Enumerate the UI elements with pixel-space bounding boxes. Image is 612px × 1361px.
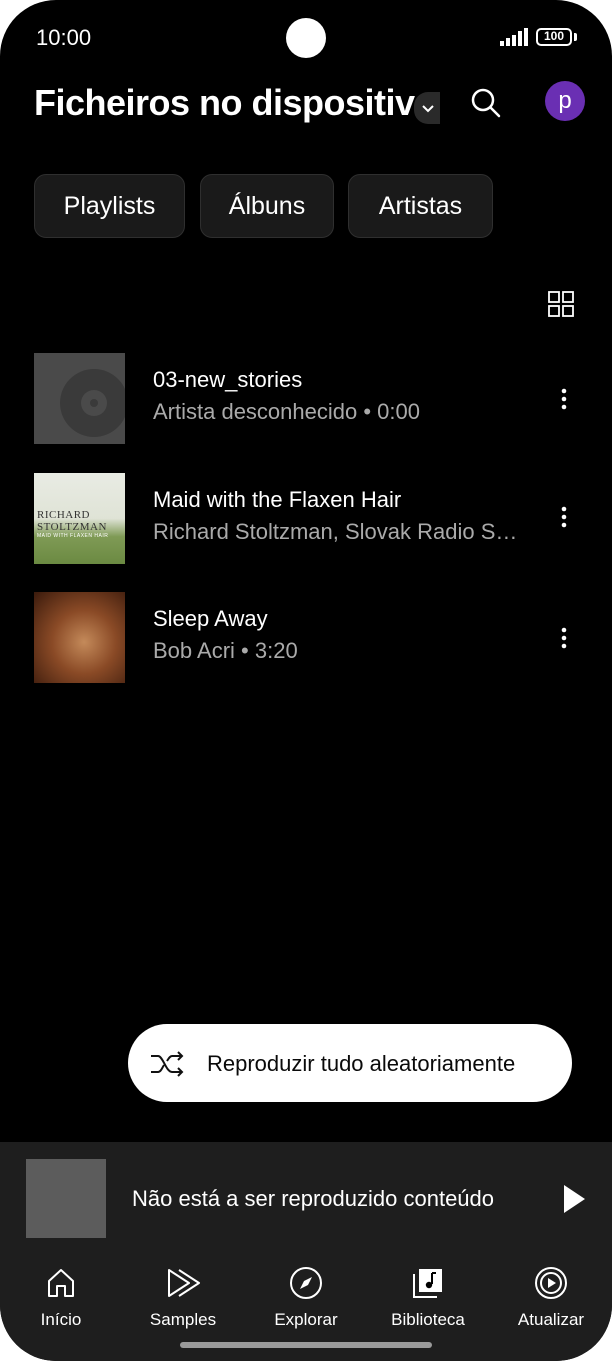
track-subtitle: Richard Stoltzman, Slovak Radio Symphony… <box>153 519 523 544</box>
track-artwork: RICHARD STOLTZMAN MAID WITH FLAXEN HAIR <box>34 473 125 564</box>
signal-icon <box>500 28 528 46</box>
track-artwork <box>34 353 125 444</box>
search-button[interactable] <box>466 84 506 124</box>
artwork-subtitle: MAID WITH FLAXEN HAIR <box>37 533 109 539</box>
nav-label: Início <box>40 1310 82 1329</box>
more-options-icon[interactable] <box>552 501 576 537</box>
nav-item-samples[interactable]: Samples <box>123 1266 243 1329</box>
nav-item-explorar[interactable]: Explorar <box>246 1266 366 1329</box>
chip-albuns[interactable]: Álbuns <box>200 174 334 238</box>
battery-level: 100 <box>543 29 565 43</box>
status-time: 10:00 <box>36 25 92 50</box>
more-options-icon[interactable] <box>552 620 576 656</box>
track-artwork <box>34 592 125 683</box>
nav-item-biblioteca[interactable]: Biblioteca <box>368 1266 488 1329</box>
play-icon[interactable] <box>560 1182 588 1216</box>
track-row[interactable]: RICHARD STOLTZMAN MAID WITH FLAXEN HAIR … <box>0 473 612 565</box>
upgrade-icon <box>535 1267 567 1299</box>
shuffle-all-label: Reproduzir tudo aleatoriamente <box>207 1051 516 1076</box>
status-bar: 10:00 100 <box>0 0 612 76</box>
library-icon <box>413 1269 442 1298</box>
avatar[interactable]: p <box>545 81 585 121</box>
more-options-icon[interactable] <box>552 381 576 417</box>
track-row[interactable]: Sleep Away Bob Acri • 3:20 <box>0 592 612 684</box>
track-row[interactable]: 03-new_stories Artista desconhecido • 0:… <box>0 353 612 445</box>
search-icon <box>471 88 501 118</box>
page-title[interactable]: Ficheiros no dispositivo <box>34 82 437 124</box>
nav-label: Atualizar <box>517 1310 585 1329</box>
chip-artistas[interactable]: Artistas <box>348 174 493 238</box>
phone-screen: 10:00 100 Ficheiros no dispositivo p Pla… <box>0 0 612 1361</box>
camera-cutout <box>286 18 326 58</box>
track-title: Maid with the Flaxen Hair <box>153 487 402 512</box>
mini-player-artwork <box>26 1159 106 1238</box>
track-title: 03-new_stories <box>153 367 303 392</box>
home-indicator[interactable] <box>180 1342 432 1348</box>
nav-label: Biblioteca <box>391 1310 465 1329</box>
home-icon <box>48 1269 74 1297</box>
nav-item-inicio[interactable]: Início <box>1 1266 121 1329</box>
mini-player-status: Não está a ser reproduzido conteúdo <box>132 1186 495 1211</box>
nav-item-atualizar[interactable]: Atualizar <box>491 1266 611 1329</box>
artwork-title: RICHARD STOLTZMAN <box>37 509 107 533</box>
battery-tip <box>574 33 577 41</box>
compass-icon <box>290 1267 322 1299</box>
title-dropdown-button[interactable] <box>414 92 440 124</box>
track-title: Sleep Away <box>153 606 268 631</box>
chevron-down-icon <box>422 105 434 113</box>
nav-label: Samples <box>149 1310 217 1329</box>
chip-playlists[interactable]: Playlists <box>34 174 185 238</box>
nav-label: Explorar <box>274 1310 338 1329</box>
track-subtitle: Bob Acri • 3:20 <box>153 638 298 663</box>
grid-view-icon[interactable] <box>547 290 575 318</box>
track-subtitle: Artista desconhecido • 0:00 <box>153 399 420 424</box>
battery-icon: 100 <box>536 28 572 46</box>
samples-icon <box>168 1269 200 1297</box>
shuffle-icon <box>151 1051 184 1077</box>
vinyl-icon <box>60 369 125 437</box>
